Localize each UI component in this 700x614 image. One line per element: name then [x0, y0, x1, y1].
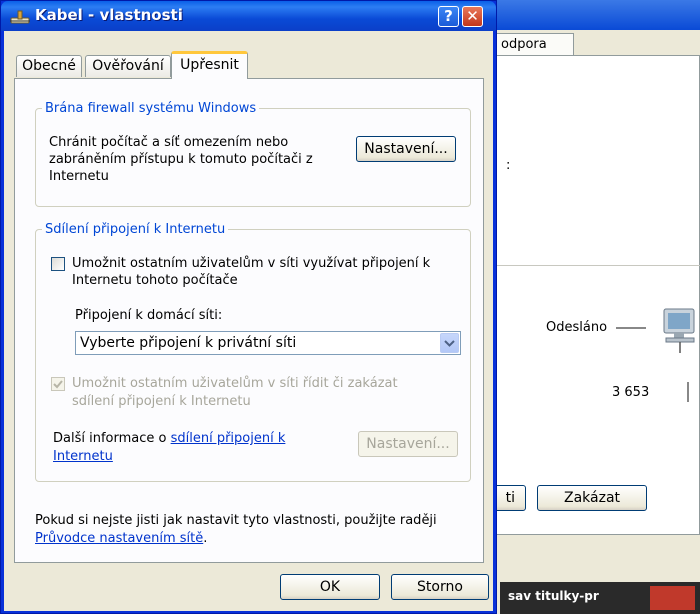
allow-sharing-label[interactable]: Umožnit ostatním uživatelům v síti využí…: [72, 255, 452, 289]
allow-control-checkbox[interactable]: [51, 377, 65, 391]
title-bar[interactable]: Kabel - vlastnosti ? ✕: [1, 1, 496, 31]
network-computer-icon: [663, 308, 695, 353]
ok-button[interactable]: OK: [280, 574, 380, 600]
count-separator: [687, 382, 689, 402]
network-wizard-link[interactable]: Průvodce nastavením sítě: [35, 531, 203, 546]
background-separator: [476, 265, 700, 266]
more-info-text: Další informace o sdílení připojení k In…: [53, 430, 343, 466]
footer-prefix: Pokud si nejste jisti jak nastavit tyto …: [35, 513, 437, 528]
taskbar-text: sav titulky-pr: [508, 589, 599, 603]
check-mark-icon: [53, 380, 63, 389]
more-info-prefix: Další informace o: [53, 431, 171, 446]
taskbar-thumbnail: [650, 586, 695, 610]
allow-sharing-checkbox[interactable]: [51, 257, 65, 271]
sharing-settings-button[interactable]: Nastavení...: [358, 431, 458, 457]
firewall-settings-button[interactable]: Nastavení...: [356, 136, 456, 162]
home-network-value: Vyberte připojení k privátní síti: [80, 335, 297, 351]
activity-line: [616, 327, 646, 329]
tab-authentication[interactable]: Ověřování: [85, 55, 171, 77]
sent-label: Odesláno: [546, 320, 608, 335]
properties-dialog: Kabel - vlastnosti ? ✕ Obecné Ověřování …: [0, 0, 497, 614]
sent-count: 3 653: [612, 385, 650, 400]
dialog-client: Obecné Ověřování Upřesnit Brána firewall…: [4, 31, 493, 611]
chevron-down-icon: [444, 340, 455, 347]
allow-control-label: Umožnit ostatním uživatelům v síti řídit…: [72, 376, 398, 409]
cancel-button[interactable]: Storno: [391, 574, 489, 600]
window-title: Kabel - vlastnosti: [35, 6, 183, 24]
network-connection-icon: [10, 10, 30, 24]
home-network-select[interactable]: Vyberte připojení k privátní síti: [75, 331, 461, 355]
tab-general[interactable]: Obecné: [16, 55, 82, 77]
home-network-label: Připojení k domácí síti:: [75, 308, 223, 323]
firewall-legend: Brána firewall systému Windows: [45, 101, 257, 116]
footer-suffix: .: [203, 531, 208, 546]
internet-sharing-legend: Sdílení připojení k Internetu: [45, 222, 226, 237]
taskbar-strip: sav titulky-pr: [500, 582, 700, 614]
background-colon: :: [506, 158, 511, 173]
help-button[interactable]: ?: [438, 6, 459, 27]
firewall-description: Chránit počítač a síť omezením nebo zabr…: [49, 135, 313, 184]
dropdown-button[interactable]: [440, 333, 459, 353]
advanced-tab-panel: Brána firewall systému Windows Chránit p…: [14, 78, 484, 563]
tab-advanced[interactable]: Upřesnit: [171, 51, 248, 79]
disable-button[interactable]: Zakázat: [537, 485, 647, 511]
background-window-titlebar: [470, 0, 700, 30]
close-button[interactable]: ✕: [462, 6, 483, 27]
background-window: odpora : Odesláno 3 653 ti Zakázat sav t…: [470, 0, 700, 614]
background-panel: [474, 55, 700, 535]
footer-text: Pokud si nejste jisti jak nastavit tyto …: [35, 512, 475, 548]
